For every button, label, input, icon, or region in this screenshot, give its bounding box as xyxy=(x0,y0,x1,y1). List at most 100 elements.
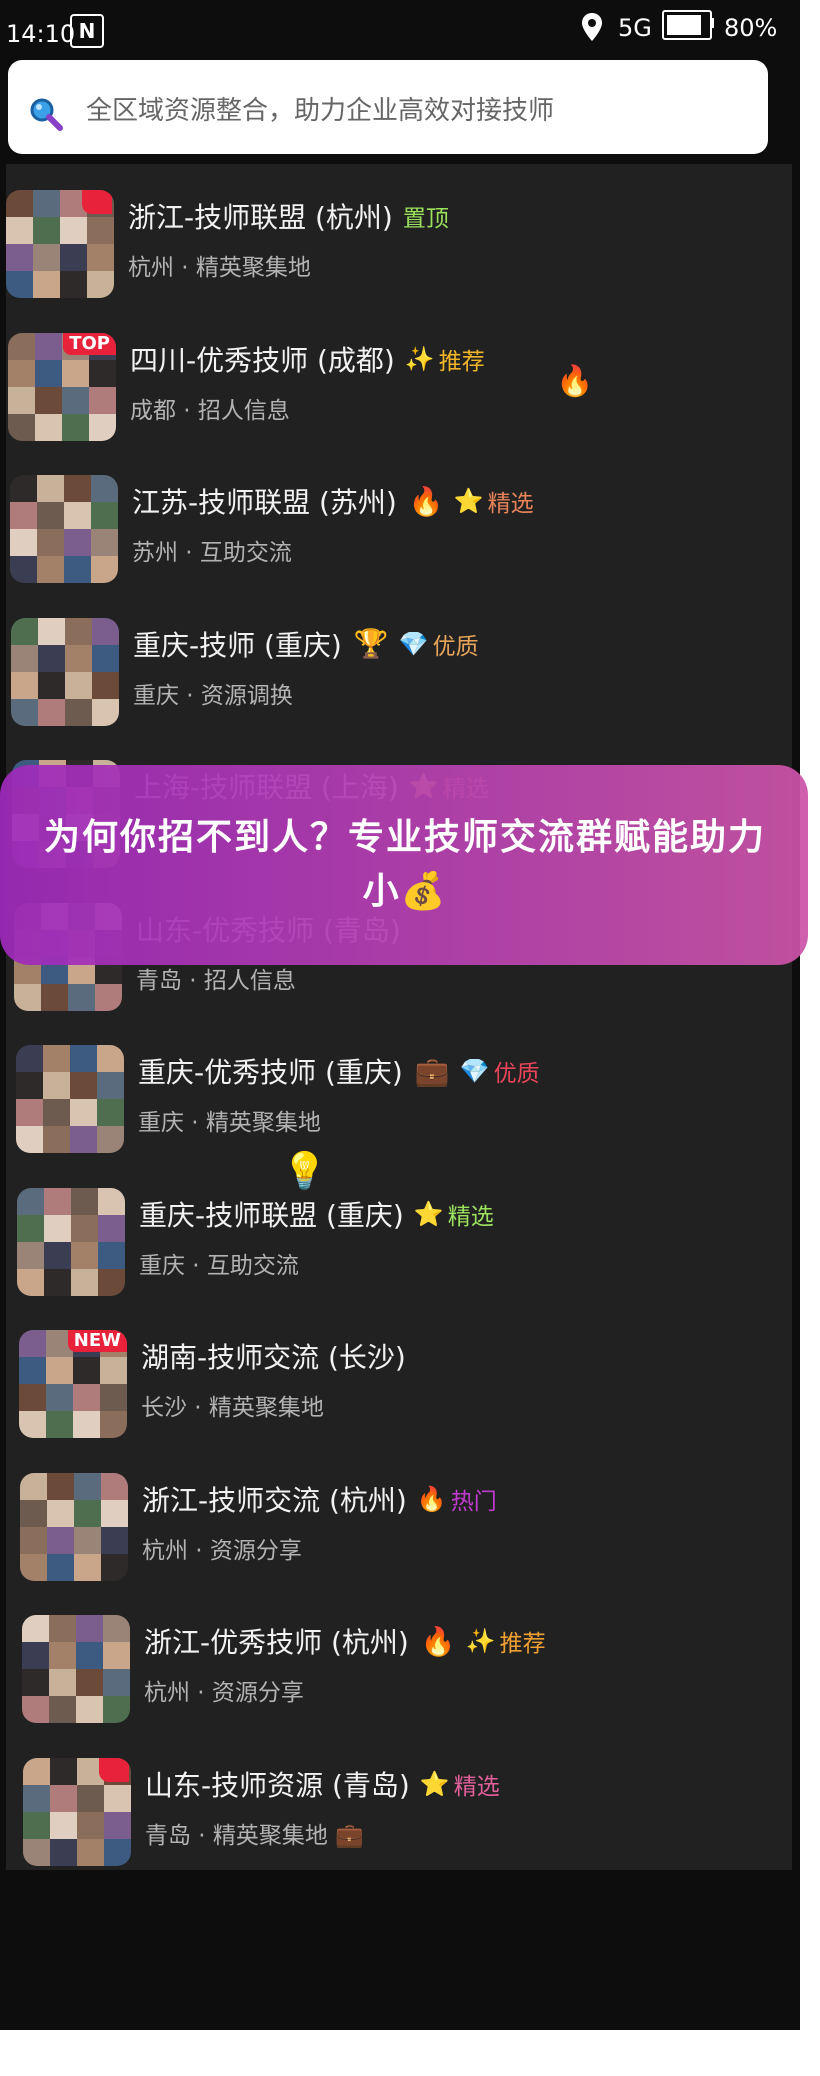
group-avatar: NEW xyxy=(19,1330,127,1438)
item-title: 重庆-技师联盟 (重庆) xyxy=(139,1198,404,1232)
item-tag: 置顶 xyxy=(403,199,449,233)
tag-label: 精选 xyxy=(447,1203,494,1230)
title-row: 湖南-技师交流 (长沙) xyxy=(141,1336,406,1376)
group-avatar: TOP xyxy=(8,332,116,441)
item-tag: 💎 优质 xyxy=(399,627,479,661)
item-subtitle: 长沙 · 精英聚集地 xyxy=(141,1395,324,1421)
item-subtitle: 重庆 · 资源调换 xyxy=(133,682,293,709)
verified-badge-icon xyxy=(82,190,112,214)
group-avatar xyxy=(10,475,118,583)
promo-banner-text: 为何你招不到人？专业技师交流群赋能助力 小💰 xyxy=(43,817,766,912)
group-avatar xyxy=(11,617,119,726)
list-item[interactable]: 江苏-技师联盟 (苏州) 🔥 ⭐ 精选苏州 · 互助交流 xyxy=(10,467,770,587)
list-item[interactable]: TOP 四川-优秀技师 (成都) ✨ 推荐成都 · 招人信息 xyxy=(8,325,768,445)
tag-label: 热门 xyxy=(450,1488,497,1515)
tag-label: 精选 xyxy=(453,1773,500,1800)
tag-emoji-icon: 💎 xyxy=(398,629,429,658)
search-bar[interactable]: 全区域资源整合，助力企业高效对接技师 xyxy=(8,60,768,154)
battery-cap xyxy=(710,18,714,28)
list-item[interactable]: NEW 湖南-技师交流 (长沙) 长沙 · 精英聚集地 xyxy=(19,1322,779,1442)
title-row: 浙江-技师交流 (杭州) 🔥 热门 xyxy=(142,1479,497,1519)
item-tag: ✨ 推荐 xyxy=(405,342,485,376)
item-title: 江苏-技师联盟 (苏州) xyxy=(132,486,397,519)
tag-label: 优质 xyxy=(432,633,479,660)
title-row: 重庆-技师 (重庆) 🏆 💎 优质 xyxy=(133,624,479,664)
list-item[interactable]: 浙江-技师交流 (杭州) 🔥 热门杭州 · 资源分享 xyxy=(20,1465,780,1585)
decor-emoji-icon: 🔥 xyxy=(420,1624,456,1658)
lightbulb-icon: 💡 xyxy=(282,1151,327,1192)
title-row: 山东-技师资源 (青岛) ⭐ 精选 xyxy=(145,1764,500,1804)
item-title: 重庆-技师 (重庆) xyxy=(133,628,342,662)
title-row: 浙江-优秀技师 (杭州) 🔥 ✨ 推荐 xyxy=(144,1621,546,1661)
tag-emoji-icon: 🔥 xyxy=(416,1484,447,1513)
phone-screen: 14:10 N 5G 80% 全区域资源整合，助力企业高效对接技师 浙江-技师联… xyxy=(0,0,808,2030)
list-item[interactable]: 浙江-技师联盟 (杭州) 置顶杭州 · 精英聚集地 xyxy=(6,182,766,302)
battery-percent: 80% xyxy=(724,14,778,42)
search-icon xyxy=(30,98,63,131)
group-avatar xyxy=(23,1757,131,1866)
fire-icon: 🔥 xyxy=(556,364,594,399)
item-subtitle: 重庆 · 互助交流 xyxy=(139,1252,299,1279)
item-tag: ⭐精选 xyxy=(420,1767,500,1801)
battery-icon xyxy=(662,10,712,40)
item-tag: 💎 优质 xyxy=(460,1054,540,1088)
tag-emoji-icon: ⭐ xyxy=(413,1199,444,1228)
item-title: 湖南-技师交流 (长沙) xyxy=(141,1341,406,1374)
tag-emoji-icon: 💎 xyxy=(459,1057,490,1085)
item-subtitle: 杭州 · 资源分享 xyxy=(144,1680,304,1706)
tag-label: 推荐 xyxy=(499,1631,546,1657)
item-title: 山东-技师资源 (青岛) xyxy=(145,1768,410,1802)
group-list: 浙江-技师联盟 (杭州) 置顶杭州 · 精英聚集地 TOP 四川-优秀技师 (成都) ✨… xyxy=(6,164,792,1870)
tag-label: 优质 xyxy=(493,1061,540,1087)
group-avatar xyxy=(17,1187,125,1296)
status-bar: 14:10 N 5G 80% xyxy=(0,0,800,60)
item-subtitle: 重庆 · 精英聚集地 xyxy=(138,1110,321,1136)
item-tag: ⭐精选 xyxy=(414,1197,494,1231)
item-tag: ⭐精选 xyxy=(454,484,534,518)
item-tag: 🔥 热门 xyxy=(417,1482,497,1516)
decor-emoji-icon: 🏆 xyxy=(353,627,389,660)
list-item[interactable]: 重庆-优秀技师 (重庆) 💼 💎 优质重庆 · 精英聚集地 xyxy=(16,1037,776,1157)
status-time: 14:10 xyxy=(6,20,76,48)
list-item[interactable]: 山东-技师资源 (青岛) ⭐ 精选青岛 · 精英聚集地 💼 xyxy=(23,1750,783,1870)
item-title: 浙江-技师交流 (杭州) xyxy=(142,1483,407,1517)
title-row: 重庆-优秀技师 (重庆) 💼 💎 优质 xyxy=(138,1051,540,1091)
item-subtitle: 杭州 · 精英聚集地 xyxy=(128,255,311,281)
list-item[interactable]: 重庆-技师 (重庆) 🏆 💎 优质重庆 · 资源调换 xyxy=(11,610,771,730)
tag-emoji-icon: ⭐ xyxy=(453,487,484,515)
title-row: 四川-优秀技师 (成都) ✨ 推荐 xyxy=(130,339,485,379)
promo-banner[interactable]: 为何你招不到人？专业技师交流群赋能助力 小💰 xyxy=(0,765,808,965)
item-title: 重庆-优秀技师 (重庆) xyxy=(138,1056,403,1089)
group-avatar xyxy=(6,190,114,298)
item-subtitle: 苏州 · 互助交流 xyxy=(132,540,292,566)
battery-fill xyxy=(667,15,701,35)
item-subtitle: 青岛 · 招人信息 xyxy=(136,967,296,994)
title-row: 江苏-技师联盟 (苏州) 🔥 ⭐ 精选 xyxy=(132,481,534,521)
tag-label: 精选 xyxy=(487,491,534,517)
location-pin-icon xyxy=(582,13,602,41)
thumb-badge: NEW xyxy=(67,1330,127,1352)
title-row: 重庆-技师联盟 (重庆) ⭐ 精选 xyxy=(139,1194,494,1234)
network-indicator: 5G xyxy=(618,14,652,42)
list-item[interactable]: 浙江-优秀技师 (杭州) 🔥 ✨ 推荐杭州 · 资源分享 xyxy=(22,1607,782,1727)
tag-label: 置顶 xyxy=(402,206,449,232)
thumb-badge: TOP xyxy=(63,332,116,355)
decor-emoji-icon: 💼 xyxy=(414,1054,450,1088)
group-avatar xyxy=(16,1045,124,1153)
group-avatar xyxy=(20,1472,128,1581)
title-row: 浙江-技师联盟 (杭州) 置顶 xyxy=(128,196,449,236)
verified-badge-icon xyxy=(99,1757,129,1782)
tag-emoji-icon: ✨ xyxy=(404,344,435,373)
decor-emoji-icon: 🔥 xyxy=(408,484,444,518)
item-tag: ✨ 推荐 xyxy=(466,1624,546,1658)
list-item[interactable]: 重庆-技师联盟 (重庆) ⭐ 精选重庆 · 互助交流 xyxy=(17,1180,777,1300)
item-subtitle: 杭州 · 资源分享 xyxy=(142,1537,302,1564)
item-subtitle: 青岛 · 精英聚集地 💼 xyxy=(145,1822,364,1849)
tag-label: 推荐 xyxy=(438,348,485,375)
search-input[interactable]: 全区域资源整合，助力企业高效对接技师 xyxy=(86,90,554,127)
group-avatar xyxy=(22,1615,130,1723)
item-subtitle: 成都 · 招人信息 xyxy=(130,397,290,424)
item-title: 浙江-优秀技师 (杭州) xyxy=(144,1626,409,1659)
item-title: 浙江-技师联盟 (杭州) xyxy=(128,201,393,234)
tag-emoji-icon: ✨ xyxy=(465,1627,496,1655)
